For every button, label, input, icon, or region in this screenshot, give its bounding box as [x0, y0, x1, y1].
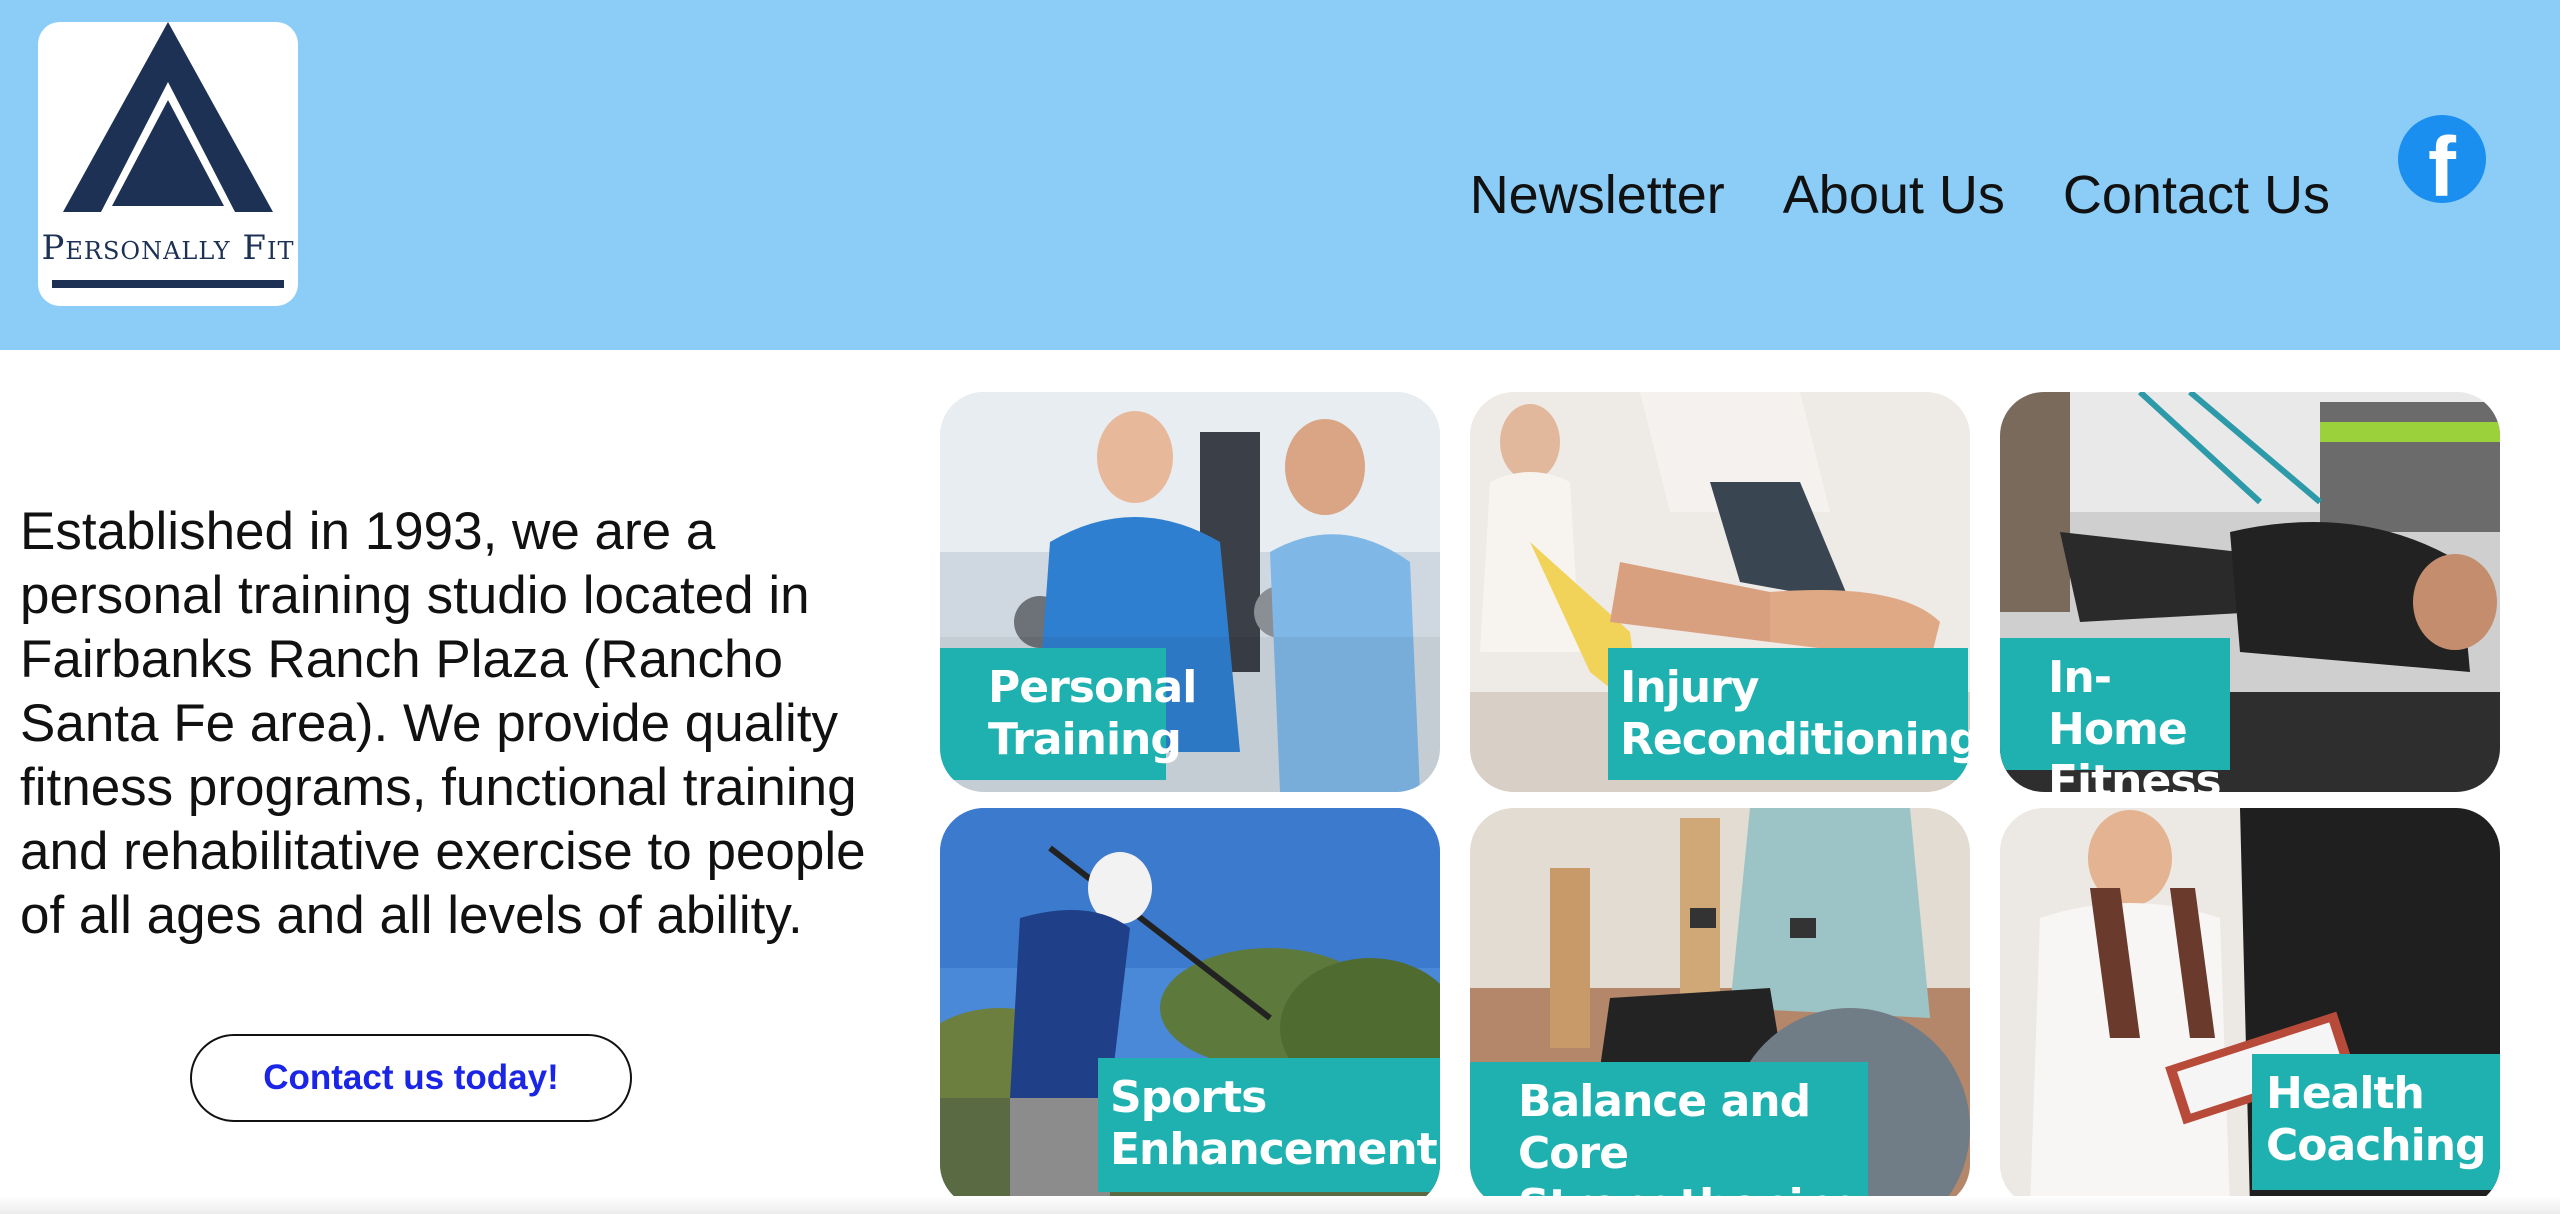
logo[interactable]: Personally Fit [38, 22, 298, 306]
service-label-line1: Sports [1110, 1072, 1267, 1123]
page-bottom-shadow [0, 1196, 2560, 1214]
service-label-line1: Personal [988, 662, 1197, 713]
nav-about-us[interactable]: About Us [1783, 160, 2005, 230]
service-label-line2: Enhancement [1110, 1124, 1438, 1175]
service-label: Health Coaching [2252, 1054, 2500, 1190]
triangle-logo-icon [63, 22, 273, 212]
service-tile-in-home-fitness[interactable]: In-Home Fitness [2000, 392, 2500, 792]
logo-underline [52, 280, 284, 288]
site-header: Personally Fit Newsletter About Us Conta… [0, 0, 2560, 350]
service-tile-sports-enhancement[interactable]: Sports Enhancement [940, 808, 1440, 1208]
service-label-line1: Injury [1620, 662, 1759, 713]
service-label-line2: Coaching [2266, 1120, 2487, 1171]
service-label: Balance and Core Strengthening [1470, 1062, 1868, 1208]
service-label: Sports Enhancement [1098, 1058, 1440, 1192]
service-tile-personal-training[interactable]: Personal Training [940, 392, 1440, 792]
nav-contact-us[interactable]: Contact Us [2063, 160, 2330, 230]
facebook-icon[interactable]: f [2398, 115, 2486, 211]
service-label: In-Home Fitness [2000, 638, 2230, 792]
facebook-glyph: f [2428, 120, 2456, 214]
service-label-line1: Balance and Core [1518, 1076, 1811, 1179]
service-label-line2: Fitness [2048, 756, 2222, 792]
service-label: Injury Reconditioning [1608, 648, 1970, 780]
service-tile-injury-reconditioning[interactable]: Injury Reconditioning [1470, 392, 1970, 792]
service-tile-balance-core[interactable]: Balance and Core Strengthening [1470, 808, 1970, 1208]
contact-us-today-button[interactable]: Contact us today! [190, 1034, 632, 1122]
service-label-line2: Reconditioning [1620, 714, 1970, 765]
logo-wordmark: Personally Fit [41, 228, 295, 268]
intro-paragraph: Established in 1993, we are a personal t… [20, 502, 866, 945]
service-label: Personal Training [940, 648, 1197, 780]
service-label-line2: Training [988, 714, 1182, 765]
service-label-line1: Health [2266, 1068, 2425, 1119]
main-nav: Newsletter About Us Contact Us [1470, 160, 2330, 230]
service-label-line1: In-Home [2048, 652, 2188, 755]
service-tile-health-coaching[interactable]: Health Coaching [2000, 808, 2500, 1208]
nav-newsletter[interactable]: Newsletter [1470, 160, 1725, 230]
